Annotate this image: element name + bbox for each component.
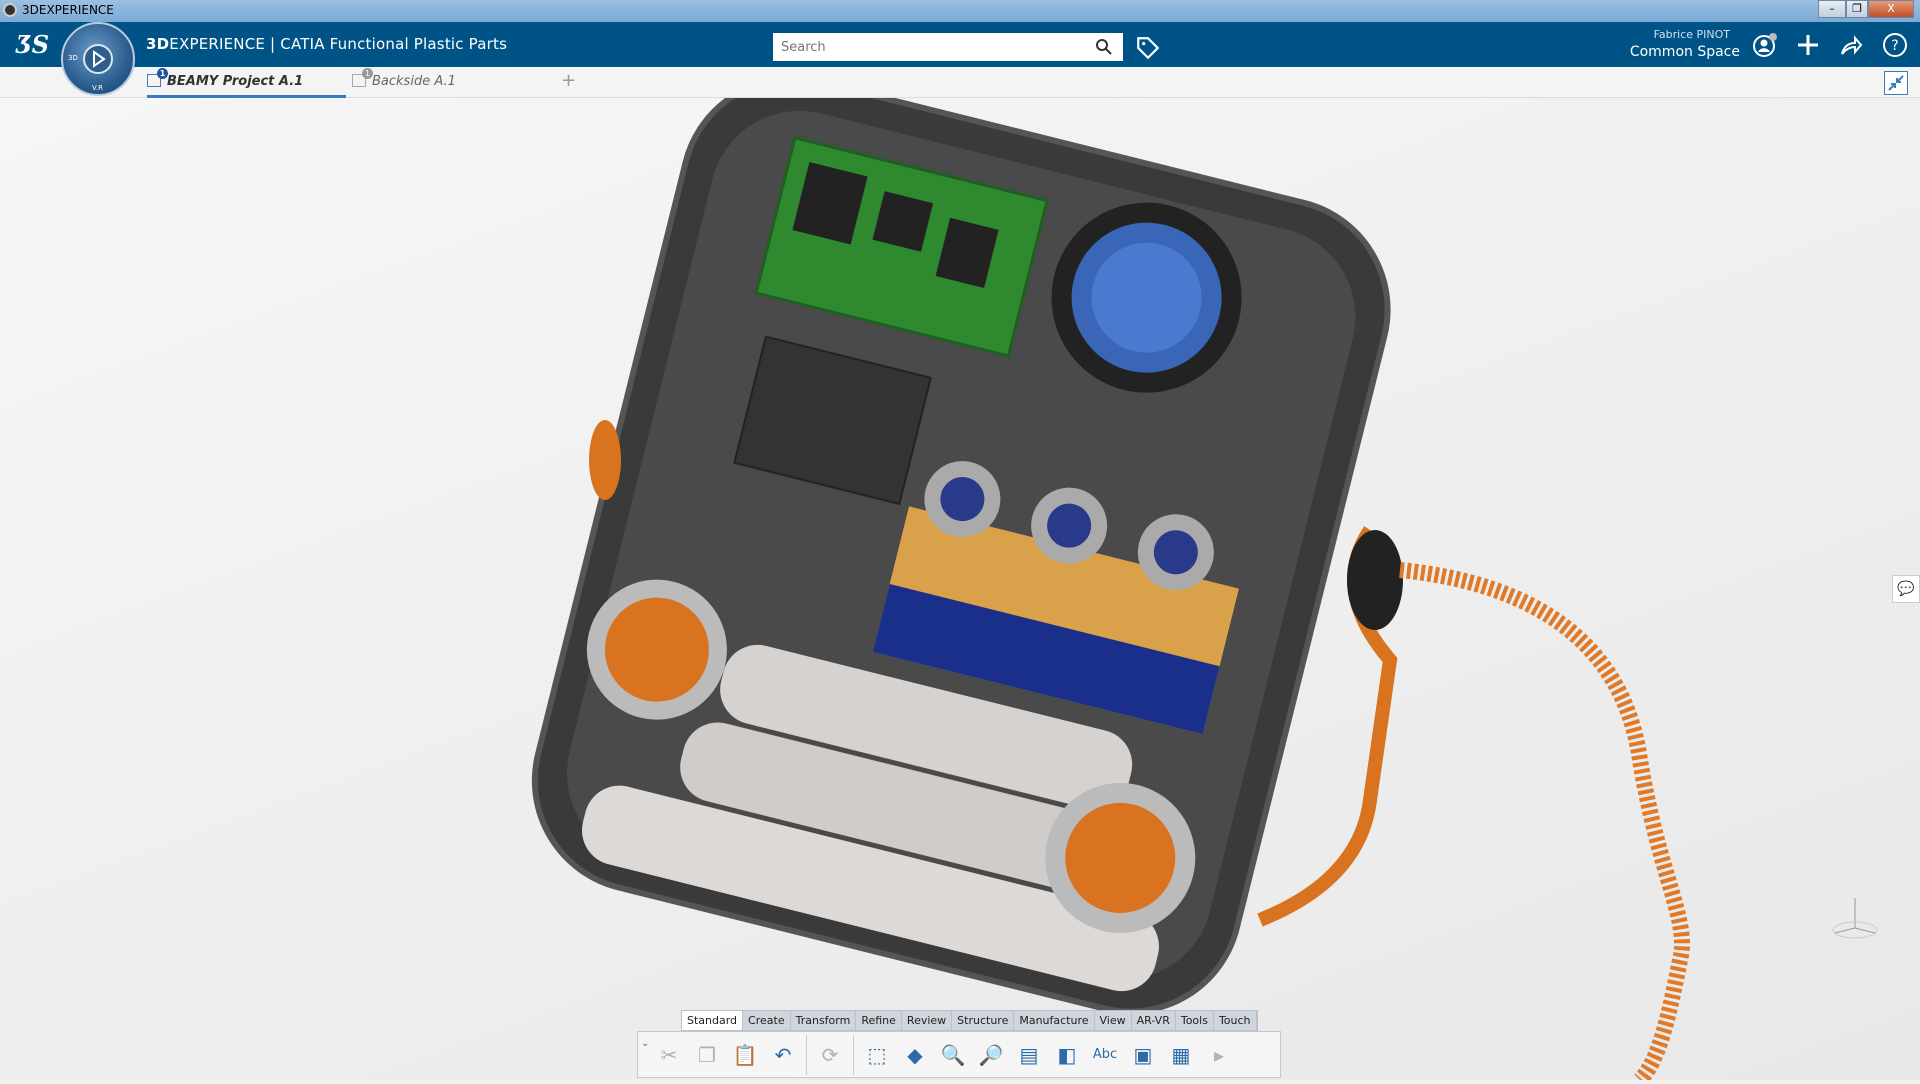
action-tab-create[interactable]: Create: [743, 1011, 791, 1030]
action-tab-refine[interactable]: Refine: [856, 1011, 902, 1030]
search-input[interactable]: [773, 33, 1123, 61]
action-tab-manufacture[interactable]: Manufacture: [1014, 1011, 1095, 1030]
compass-vr-label: V.R: [92, 84, 103, 92]
app-icon: [3, 3, 17, 17]
tab-beamy-project[interactable]: 1 BEAMY Project A.1: [147, 67, 346, 98]
structure-icon[interactable]: ▦: [1166, 1040, 1196, 1070]
action-tab-touch[interactable]: Touch: [1214, 1011, 1257, 1030]
compass-widget[interactable]: 3D V.R: [61, 22, 135, 96]
scroll-right-icon[interactable]: ▸: [1204, 1040, 1234, 1070]
document-tabs: 1 BEAMY Project A.1 1 Backside A.1 +: [0, 67, 1920, 98]
thickness-icon[interactable]: ◧: [1052, 1040, 1082, 1070]
product-icon: 1: [352, 68, 373, 87]
tag-icon[interactable]: [1135, 35, 1161, 61]
help-icon[interactable]: ?: [1882, 32, 1908, 58]
collapse-icon[interactable]: [1884, 71, 1908, 95]
minimize-button[interactable]: –: [1818, 0, 1846, 18]
play-icon: [93, 50, 106, 68]
compass-axis-icon[interactable]: [1825, 888, 1885, 948]
chevron-down-icon[interactable]: ⌄: [641, 1038, 649, 1049]
section-inspect-icon[interactable]: 🔎: [976, 1040, 1006, 1070]
top-bar: ƷS 3DEXPERIENCE | CATIA Functional Plast…: [0, 22, 1920, 76]
capture-icon[interactable]: ▣: [1128, 1040, 1158, 1070]
tab-label: BEAMY Project A.1: [167, 74, 304, 89]
compass-3d-label: 3D: [68, 54, 78, 62]
window-title-bar: 3DEXPERIENCE – ❐ X: [0, 0, 1920, 22]
tree-inspect-icon[interactable]: ▤: [1014, 1040, 1044, 1070]
restore-button[interactable]: ❐: [1846, 0, 1868, 18]
3d-viewport[interactable]: [0, 75, 1920, 1084]
action-tab-review[interactable]: Review: [902, 1011, 953, 1030]
cut-icon[interactable]: ✂: [654, 1040, 684, 1070]
action-tab-ar-vr[interactable]: AR-VR: [1132, 1011, 1176, 1030]
search-icon[interactable]: [1095, 38, 1113, 56]
app-title: 3DEXPERIENCE | CATIA Functional Plastic …: [146, 35, 508, 53]
window-title: 3DEXPERIENCE: [22, 3, 114, 17]
action-tab-transform[interactable]: Transform: [791, 1011, 857, 1030]
separator: [853, 1034, 854, 1075]
close-button[interactable]: X: [1868, 0, 1914, 18]
add-tab-button[interactable]: +: [561, 70, 576, 91]
action-tab-view[interactable]: View: [1095, 1011, 1132, 1030]
action-bar: ⌄ ✂ ❐ 📋 ↶ ⟳ ⬚ ◆ 🔍 🔎 ▤ ◧ Abc ▣ ▦ ▸: [637, 1031, 1281, 1078]
ds-logo[interactable]: ƷS: [16, 30, 49, 59]
measure-icon[interactable]: ⬚: [862, 1040, 892, 1070]
tab-backside[interactable]: 1 Backside A.1: [352, 67, 542, 98]
3d-model[interactable]: [0, 75, 1920, 1084]
product-icon: 1: [147, 68, 168, 87]
tab-label: Backside A.1: [372, 74, 456, 89]
comment-icon[interactable]: 💬: [1892, 575, 1920, 603]
zoom-inspect-icon[interactable]: 🔍: [938, 1040, 968, 1070]
copy-icon[interactable]: ❐: [692, 1040, 722, 1070]
share-icon[interactable]: [1838, 32, 1864, 58]
update-icon[interactable]: ⟳: [815, 1040, 845, 1070]
separator: [806, 1034, 807, 1075]
undo-icon[interactable]: ↶: [768, 1040, 798, 1070]
surface-icon[interactable]: ◆: [900, 1040, 930, 1070]
plus-icon[interactable]: [1795, 32, 1821, 58]
action-tab-structure[interactable]: Structure: [952, 1011, 1015, 1030]
paste-icon[interactable]: 📋: [730, 1040, 760, 1070]
action-bar-tabs: Standard Create Transform Refine Review Struc…: [681, 1010, 1258, 1031]
action-tab-standard[interactable]: Standard: [682, 1011, 744, 1030]
profile-icon[interactable]: [1752, 32, 1778, 58]
svg-text:?: ?: [1891, 38, 1898, 54]
annotation-icon[interactable]: Abc: [1090, 1040, 1120, 1070]
user-name[interactable]: Fabrice PINOT: [1640, 28, 1730, 41]
action-tab-tools[interactable]: Tools: [1176, 1011, 1214, 1030]
